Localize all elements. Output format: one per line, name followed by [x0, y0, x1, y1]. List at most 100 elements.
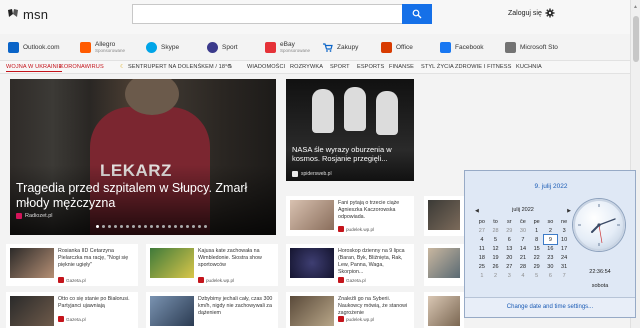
calendar-day[interactable]: 16 [544, 244, 558, 253]
next-month-arrow-icon[interactable]: ▶ [567, 208, 571, 214]
calendar-day[interactable]: 27 [475, 226, 489, 235]
quick-link-outlook[interactable]: Outlook.com [8, 38, 60, 56]
nav-item-kuchnia[interactable]: KUCHNIA [516, 64, 542, 70]
nasa-source: spidersweb.pl [292, 171, 332, 177]
nav-item-esports[interactable]: ESPORTS [357, 64, 384, 70]
quick-link-allegro[interactable]: Allegro Sponsorowane [80, 38, 125, 56]
calendar-day[interactable]: 23 [544, 253, 558, 262]
calendar-day[interactable]: 29 [502, 226, 516, 235]
quick-link-zakupy[interactable]: Zakupy [322, 38, 358, 56]
calendar-full-date[interactable]: 9. julij 2022 [465, 183, 637, 190]
calendar-day[interactable]: 7 [516, 235, 530, 244]
gear-icon[interactable] [545, 8, 555, 18]
spidersweb-icon [292, 171, 298, 177]
calendar-day[interactable]: 5 [530, 271, 544, 280]
calendar-day[interactable]: 29 [530, 262, 544, 271]
calendar-day[interactable]: 30 [516, 226, 530, 235]
calendar-day[interactable]: 8 [530, 235, 544, 244]
prev-month-arrow-icon[interactable]: ◀ [475, 208, 479, 214]
calendar-day[interactable]: 1 [530, 226, 544, 235]
calendar-day[interactable]: 4 [475, 235, 489, 244]
calendar-day[interactable]: 4 [516, 271, 530, 280]
search-input[interactable] [133, 5, 403, 23]
calendar-day[interactable]: 10 [557, 235, 571, 244]
list-item[interactable]: Fani pytają o trzecie ciąże Agnieszka Ka… [286, 196, 414, 236]
quick-link-facebook[interactable]: Facebook [440, 38, 484, 56]
astronaut-image [376, 91, 398, 135]
list-item[interactable]: Znaleźli go na Syberii. Naukowcy mówią, … [286, 292, 414, 328]
weekday-label: če [520, 218, 526, 225]
quick-link-office[interactable]: Office [381, 38, 413, 56]
list-item[interactable]: Kajusa kate zachowała na Wimbledonie. Si… [146, 244, 278, 286]
scroll-up-arrow-icon[interactable]: ▲ [633, 4, 638, 10]
list-item[interactable] [424, 244, 464, 286]
quick-link-skype[interactable]: Skype [146, 38, 179, 56]
search-button[interactable] [402, 4, 432, 24]
nasa-article[interactable]: NASA śle wyrazy oburzenia w kosmos. Rosj… [286, 79, 414, 181]
carousel-dots[interactable] [96, 225, 207, 228]
office-icon [381, 41, 392, 53]
calendar-day[interactable]: 28 [489, 226, 503, 235]
calendar-flyout: 9. julij 2022 ◀ julij 2022 ▶ po to sr če… [464, 170, 636, 318]
nav-item-koronawirus[interactable]: KORONAWIRUS [60, 64, 104, 70]
hero-article[interactable]: LEKARZ Tragedia przed szpitalem w Słupcy… [10, 79, 276, 235]
calendar-day[interactable]: 19 [489, 253, 503, 262]
calendar-day[interactable]: 22 [530, 253, 544, 262]
calendar-day[interactable]: 26 [489, 262, 503, 271]
calendar-day[interactable]: 6 [544, 271, 558, 280]
calendar-day[interactable]: 2 [489, 271, 503, 280]
quick-link-sport[interactable]: Sport [207, 38, 238, 56]
calendar-day[interactable]: 17 [557, 244, 571, 253]
calendar-day[interactable]: 11 [475, 244, 489, 253]
list-item[interactable]: Otto co się stanie po Białorusi. Partyja… [6, 292, 138, 328]
scrollbar-thumb[interactable] [633, 16, 639, 62]
calendar-day[interactable]: 13 [502, 244, 516, 253]
calendar-day[interactable]: 21 [516, 253, 530, 262]
calendar-day[interactable]: 31 [557, 262, 571, 271]
calendar-day[interactable]: 6 [502, 235, 516, 244]
pencil-icon[interactable]: ✎ [228, 64, 233, 70]
calendar-month-label[interactable]: julij 2022 [512, 207, 534, 213]
quick-link-ebay[interactable]: eBay Sponsorowane [265, 38, 310, 56]
calendar-day[interactable]: 3 [557, 226, 571, 235]
article-thumbnail [150, 248, 194, 278]
calendar-day[interactable]: 28 [516, 262, 530, 271]
msn-logo[interactable]: msn [6, 6, 48, 22]
sport-icon [207, 41, 218, 53]
change-date-time-link[interactable]: Change date and time settings... [465, 304, 635, 310]
calendar-day[interactable]: 12 [489, 244, 503, 253]
nasa-title[interactable]: NASA śle wyrazy oburzenia w kosmos. Rosj… [292, 145, 410, 163]
calendar-day-today[interactable]: 9 [542, 234, 559, 245]
list-item[interactable] [424, 196, 464, 236]
moon-icon: ☾ [120, 64, 126, 70]
nav-item-finanse[interactable]: FINANSE [389, 64, 414, 70]
hero-title[interactable]: Tragedia przed szpitalem w Słupcy. Zmarł… [16, 181, 266, 211]
calendar-day[interactable]: 24 [557, 253, 571, 262]
calendar-day[interactable]: 5 [489, 235, 503, 244]
nav-item-rozrywka[interactable]: ROZRYWKA [290, 64, 323, 70]
calendar-day[interactable]: 14 [516, 244, 530, 253]
nav-item-weather[interactable]: SENTRUPERT NA DOLENŚKEM / 18°C [128, 64, 232, 70]
quick-link-microsoft-store[interactable]: Microsoft Sto [505, 38, 558, 56]
nav-item-wiadomosci[interactable]: WIADOMOŚCI [247, 64, 285, 70]
list-item[interactable] [424, 292, 464, 328]
calendar-day[interactable]: 1 [475, 271, 489, 280]
calendar-day[interactable]: 30 [544, 262, 558, 271]
calendar-day[interactable]: 25 [475, 262, 489, 271]
calendar-day[interactable]: 20 [502, 253, 516, 262]
nav-item-styl-zycia[interactable]: STYL ŻYCIA [421, 64, 454, 70]
nav-item-sport[interactable]: SPORT [330, 64, 350, 70]
list-item[interactable]: Dzbybimy jechali cały, czas 300 km/h, ni… [146, 292, 278, 328]
calendar-day[interactable]: 15 [530, 244, 544, 253]
calendar-day[interactable]: 18 [475, 253, 489, 262]
list-item[interactable]: Rosianka IID Cetarzyna Pielarczka ma rac… [6, 244, 138, 286]
calendar-day[interactable]: 27 [502, 262, 516, 271]
signin-link[interactable]: Zaloguj się [508, 10, 542, 17]
calendar-day[interactable]: 3 [502, 271, 516, 280]
calendar-day[interactable]: 2 [544, 226, 558, 235]
search-box[interactable] [132, 4, 432, 24]
list-item[interactable]: Horoskop dzienny na 9 lipca (Baran, Byk,… [286, 244, 414, 286]
nav-item-zdrowie[interactable]: ZDROWIE I FITNESS [455, 64, 511, 70]
calendar-day[interactable]: 7 [557, 271, 571, 280]
nav-item-wojna[interactable]: WOJNA W UKRAINIE [6, 64, 63, 72]
